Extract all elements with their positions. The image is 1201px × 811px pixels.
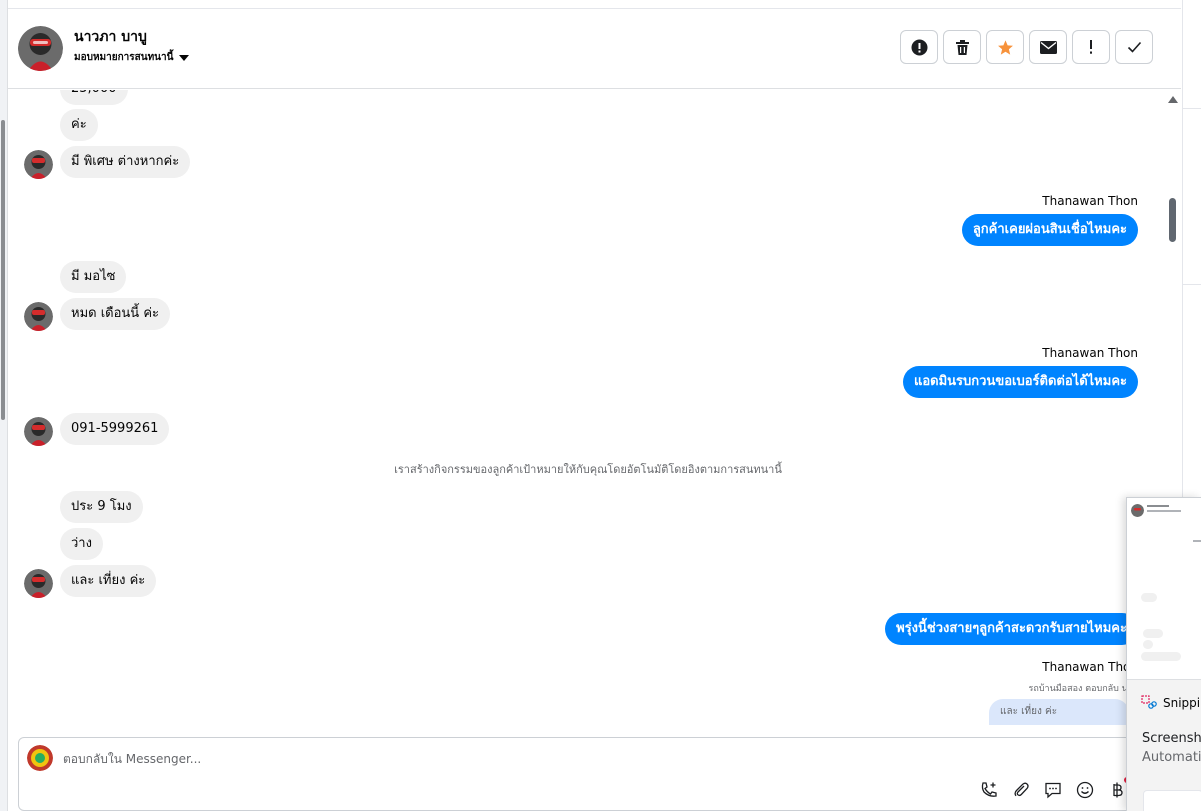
mark-done-button[interactable]	[1115, 30, 1153, 64]
snip-subtitle: Automatic	[1142, 750, 1201, 765]
reply-composer	[18, 737, 1138, 811]
assign-label: มอบหมายการสนทนานี้	[74, 52, 174, 63]
incoming-message[interactable]: ว่าง	[60, 528, 103, 560]
contact-avatar-small	[24, 302, 53, 331]
incoming-message[interactable]: มี พิเศษ ต่างหากค่ะ	[60, 146, 191, 178]
sender-name: Thanawan Thon	[1042, 346, 1138, 360]
top-strip	[8, 0, 1181, 9]
call-button[interactable]	[979, 780, 999, 800]
paperclip-icon	[1014, 782, 1029, 797]
outgoing-message[interactable]: ลูกค้าเคยผ่อนสินเชื่อไหมคะ	[961, 214, 1138, 246]
preview-line	[1147, 510, 1181, 512]
message-thread[interactable]: 25,000 ค่ะ มี พิเศษ ต่างหากค่ะ Thanawan …	[8, 90, 1168, 730]
conversation-header: นาวภา บาบู มอบหมายการสนทนานี้	[8, 9, 1181, 89]
mark-spam-button[interactable]	[900, 30, 938, 64]
preview-bubble	[1141, 593, 1157, 602]
envelope-icon	[1039, 40, 1057, 54]
snip-title: Screensho	[1142, 731, 1201, 746]
baht-icon	[1113, 782, 1123, 798]
reply-input[interactable]	[63, 748, 963, 770]
preview-bubble	[1141, 652, 1181, 661]
outgoing-message[interactable]: แอดมินรบกวนขอเบอร์ติดต่อได้ไหมคะ	[902, 366, 1138, 398]
screenshot-preview[interactable]: Snippi Screensho Automatic	[1126, 497, 1201, 811]
reply-quote[interactable]: และ เที่ยง ค่ะ	[989, 699, 1129, 725]
emoji-button[interactable]	[1075, 780, 1095, 800]
conversation-actions	[900, 30, 1153, 64]
contact-avatar[interactable]	[18, 26, 63, 71]
preview-bubble	[1143, 640, 1153, 649]
snipping-app-name: Snippi	[1163, 696, 1201, 710]
payment-button[interactable]	[1107, 777, 1130, 800]
reply-meta: รถบ้านมือสอง ตอบกลับ นาว	[1028, 684, 1138, 694]
sender-name: Thanawan Thon	[1042, 194, 1138, 208]
page-avatar	[27, 745, 53, 771]
chat-bubble-icon	[1045, 782, 1061, 799]
incoming-message[interactable]: ค่ะ	[60, 109, 98, 141]
attach-button[interactable]	[1011, 780, 1031, 800]
assign-conversation-dropdown[interactable]: มอบหมายการสนทนานี้	[74, 50, 190, 65]
contact-avatar-small	[24, 569, 53, 598]
incoming-message[interactable]: หมด เดือนนี้ ค่ะ	[60, 298, 170, 330]
snipping-tool-notification[interactable]: Snippi Screensho Automatic	[1127, 679, 1201, 811]
star-button[interactable]	[986, 30, 1024, 64]
mark-unread-button[interactable]	[1029, 30, 1067, 64]
follow-up-button[interactable]	[1072, 30, 1110, 64]
preview-bubble	[1143, 629, 1163, 638]
gutter-divider	[1183, 108, 1201, 109]
left-scroll-rail[interactable]	[0, 0, 8, 811]
caret-down-icon	[179, 54, 190, 61]
alert-circle-icon	[911, 39, 927, 55]
preview-line	[1147, 505, 1169, 507]
snip-thumbnail[interactable]	[1143, 790, 1201, 811]
gutter-divider	[1183, 284, 1201, 285]
saved-replies-button[interactable]	[1043, 780, 1063, 800]
snipping-app-header: Snippi	[1141, 695, 1200, 711]
smiley-icon	[1076, 781, 1094, 799]
contact-name: นาวภา บาบู	[74, 29, 147, 45]
phone-plus-icon	[981, 782, 997, 797]
preview-line	[1193, 540, 1201, 542]
delete-button[interactable]	[943, 30, 981, 64]
scroll-thumb[interactable]	[1169, 198, 1176, 242]
snipping-tool-icon	[1141, 695, 1157, 709]
scroll-up-arrow-icon[interactable]	[1168, 96, 1178, 103]
composer-toolbar	[979, 777, 1130, 800]
incoming-message[interactable]: ประ 9 โมง	[60, 491, 143, 523]
incoming-message[interactable]: 091-5999261	[60, 413, 170, 445]
contact-avatar-small	[24, 417, 53, 446]
incoming-message[interactable]: และ เที่ยง ค่ะ	[60, 565, 157, 597]
sender-name: Thanawan Thon	[1042, 660, 1138, 674]
exclamation-icon	[1090, 40, 1092, 54]
incoming-message[interactable]: 25,000	[60, 90, 128, 105]
star-icon	[997, 39, 1013, 55]
outgoing-message[interactable]: พรุ่งนี้ช่วงสายๆลูกค้าสะดวกรับสายไหมคะ	[885, 613, 1138, 645]
contact-avatar-small	[24, 150, 53, 179]
check-icon	[1127, 41, 1141, 53]
preview-avatar	[1131, 504, 1144, 517]
left-scroll-thumb[interactable]	[1, 120, 5, 420]
incoming-message[interactable]: มี มอไซ	[60, 261, 127, 293]
system-note: เราสร้างกิจกรรมของลูกค้าเป้าหมายให้กับคุ…	[394, 463, 782, 476]
trash-icon	[955, 39, 969, 55]
